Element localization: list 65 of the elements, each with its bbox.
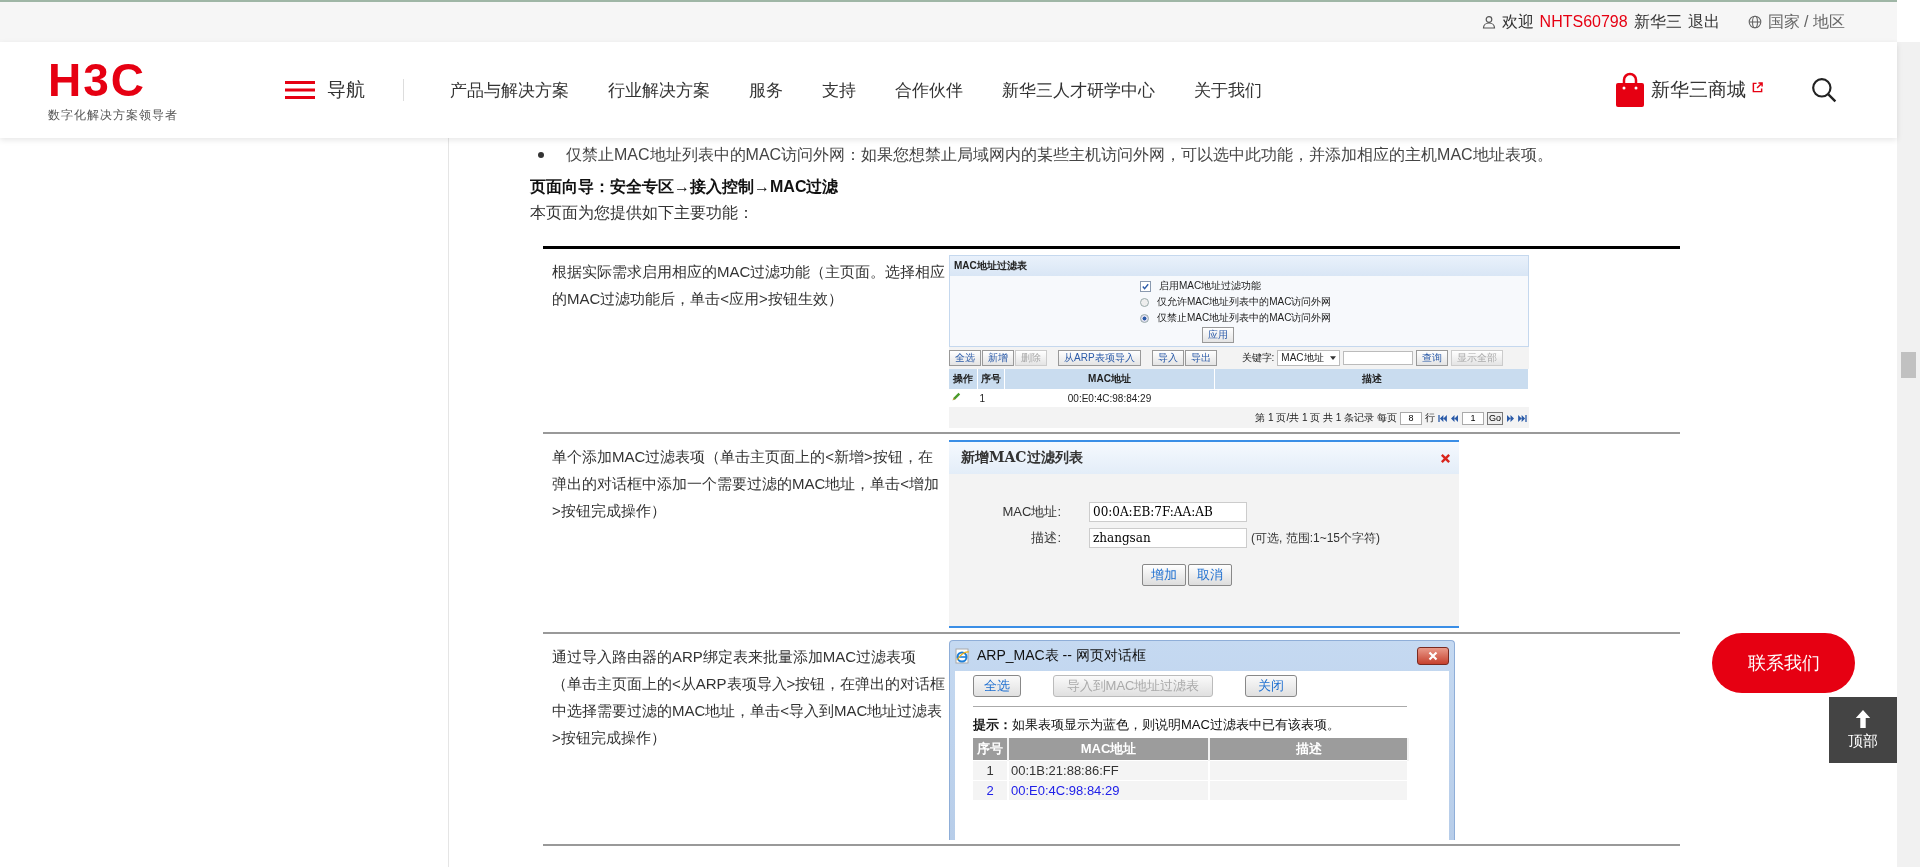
- column-header: MAC地址: [1008, 738, 1209, 761]
- table-cell: 1: [977, 389, 1005, 407]
- toolbar-button[interactable]: 全选: [949, 350, 981, 366]
- feature-description: 根据实际需求启用相应的MAC过滤功能（主页面。选择相应的MAC过滤功能后，单击<应用>按钮生效）: [552, 262, 946, 309]
- nav-link[interactable]: 支持: [822, 78, 856, 102]
- option-label: 仅禁止MAC地址列表中的MAC访问外网: [1157, 311, 1332, 325]
- toolbar-button[interactable]: 导入: [1151, 350, 1184, 366]
- keyword-label: 关键字:: [1241, 351, 1275, 365]
- tip-text: 提示：如果表项显示为蓝色，则说明MAC过滤表中已有该表项。: [973, 716, 1341, 734]
- option-label: 仅允许MAC地址列表中的MAC访问外网: [1157, 295, 1332, 309]
- nav-link[interactable]: 新华三人才研学中心: [1002, 78, 1155, 102]
- column-header: 操作: [949, 369, 978, 389]
- feature-description: 通过导入路由器的ARP绑定表来批量添加MAC过滤表项（单击主页面上的<从ARP表项导入>按钮，在弹出的对话框中选择需要过滤的MAC地址，单击<导入到MAC地址过滤表>按钮完成操作）: [552, 647, 946, 748]
- field-hint: (可选, 范围:1~15个字符): [1251, 529, 1381, 547]
- input-field[interactable]: zhangsan: [1089, 528, 1247, 548]
- nav-link[interactable]: 行业解决方案: [608, 78, 710, 102]
- column-header: 描述: [1209, 738, 1408, 761]
- keyword-select[interactable]: MAC地址: [1277, 350, 1340, 366]
- contact-us-button[interactable]: 联系我们: [1712, 633, 1855, 693]
- column-header: 序号: [973, 738, 1008, 761]
- nav-link[interactable]: 产品与解决方案: [450, 78, 569, 102]
- column-header: 描述: [1214, 369, 1529, 389]
- nav-link[interactable]: 合作伙伴: [895, 78, 963, 102]
- go-button[interactable]: Go: [1487, 411, 1503, 425]
- store-link[interactable]: 新华三商城: [1615, 72, 1763, 108]
- greeting-text: 欢迎: [1501, 11, 1534, 32]
- window-title: ARP_MAC表 -- 网页对话框: [977, 647, 1146, 665]
- intro-text: 本页面为您提供如下主要功能：: [530, 203, 755, 223]
- feature-description: 单个添加MAC过滤表项（单击主页面上的<新增>按钮，在弹出的对话框中添加一个需要过滤的MAC地址，单击<增加>按钮完成操作）: [552, 447, 941, 521]
- rows-label: 行: [1425, 411, 1435, 425]
- region-link[interactable]: 国家 / 地区: [1767, 11, 1845, 33]
- pagination-summary: 第 1 页/共 1 页 共 1 条记录 每页: [1255, 411, 1397, 425]
- dialog-title: 新增MAC过滤列表: [961, 449, 1083, 467]
- nav-link[interactable]: 关于我们: [1194, 78, 1262, 102]
- back-to-top-button[interactable]: 顶部: [1829, 697, 1897, 763]
- toolbar-button[interactable]: 从ARP表项导入: [1058, 350, 1141, 366]
- query-button[interactable]: 查询: [1415, 350, 1448, 366]
- option-label: 启用MAC地址过滤功能: [1159, 279, 1262, 293]
- logo[interactable]: H3C: [48, 56, 218, 103]
- dialog-button[interactable]: 取消: [1188, 564, 1232, 586]
- table-row[interactable]: 1 00:1B:21:88:86:FF: [973, 760, 1408, 781]
- table-cell: 00:E0:4C:98:84:29: [1004, 389, 1215, 407]
- field-label: 描述:: [1030, 529, 1061, 547]
- dialog-button[interactable]: 关闭: [1245, 675, 1297, 697]
- column-header: 序号: [977, 369, 1005, 389]
- column-header: MAC地址: [1004, 369, 1215, 389]
- company-text: 新华三: [1633, 11, 1682, 32]
- navigation-toggle[interactable]: 导航: [285, 77, 365, 103]
- page-guide-heading: 页面向导：安全专区→接入控制→MAC过滤: [530, 177, 840, 197]
- toolbar-button[interactable]: 新增: [982, 350, 1014, 366]
- toolbar-button[interactable]: 导出: [1184, 350, 1217, 366]
- dialog-button[interactable]: 增加: [1142, 564, 1186, 586]
- username-link[interactable]: NHTS60798: [1539, 13, 1628, 31]
- input-field[interactable]: 00:0A:EB:7F:AA:AB: [1089, 502, 1247, 522]
- bullet-text: 仅禁止MAC地址列表中的MAC访问外网：如果您想禁止局域网内的某些主机访问外网，可以选中此功能，并添加相应的主机MAC地址表项。: [566, 145, 1553, 165]
- logo-tagline: 数字化解决方案领导者: [48, 106, 179, 124]
- rows-per-page-input[interactable]: 8: [1400, 411, 1422, 425]
- logout-link[interactable]: 退出: [1687, 11, 1720, 33]
- page-input[interactable]: 1: [1462, 411, 1484, 425]
- panel-title: MAC地址过滤表: [950, 256, 1528, 276]
- table-row[interactable]: 2 00:E0:4C:98:84:29: [973, 780, 1408, 800]
- dialog-button[interactable]: 全选: [973, 675, 1021, 697]
- nav-link[interactable]: 服务: [749, 78, 783, 102]
- apply-button[interactable]: 应用: [1202, 327, 1234, 343]
- field-label: MAC地址:: [1001, 503, 1061, 521]
